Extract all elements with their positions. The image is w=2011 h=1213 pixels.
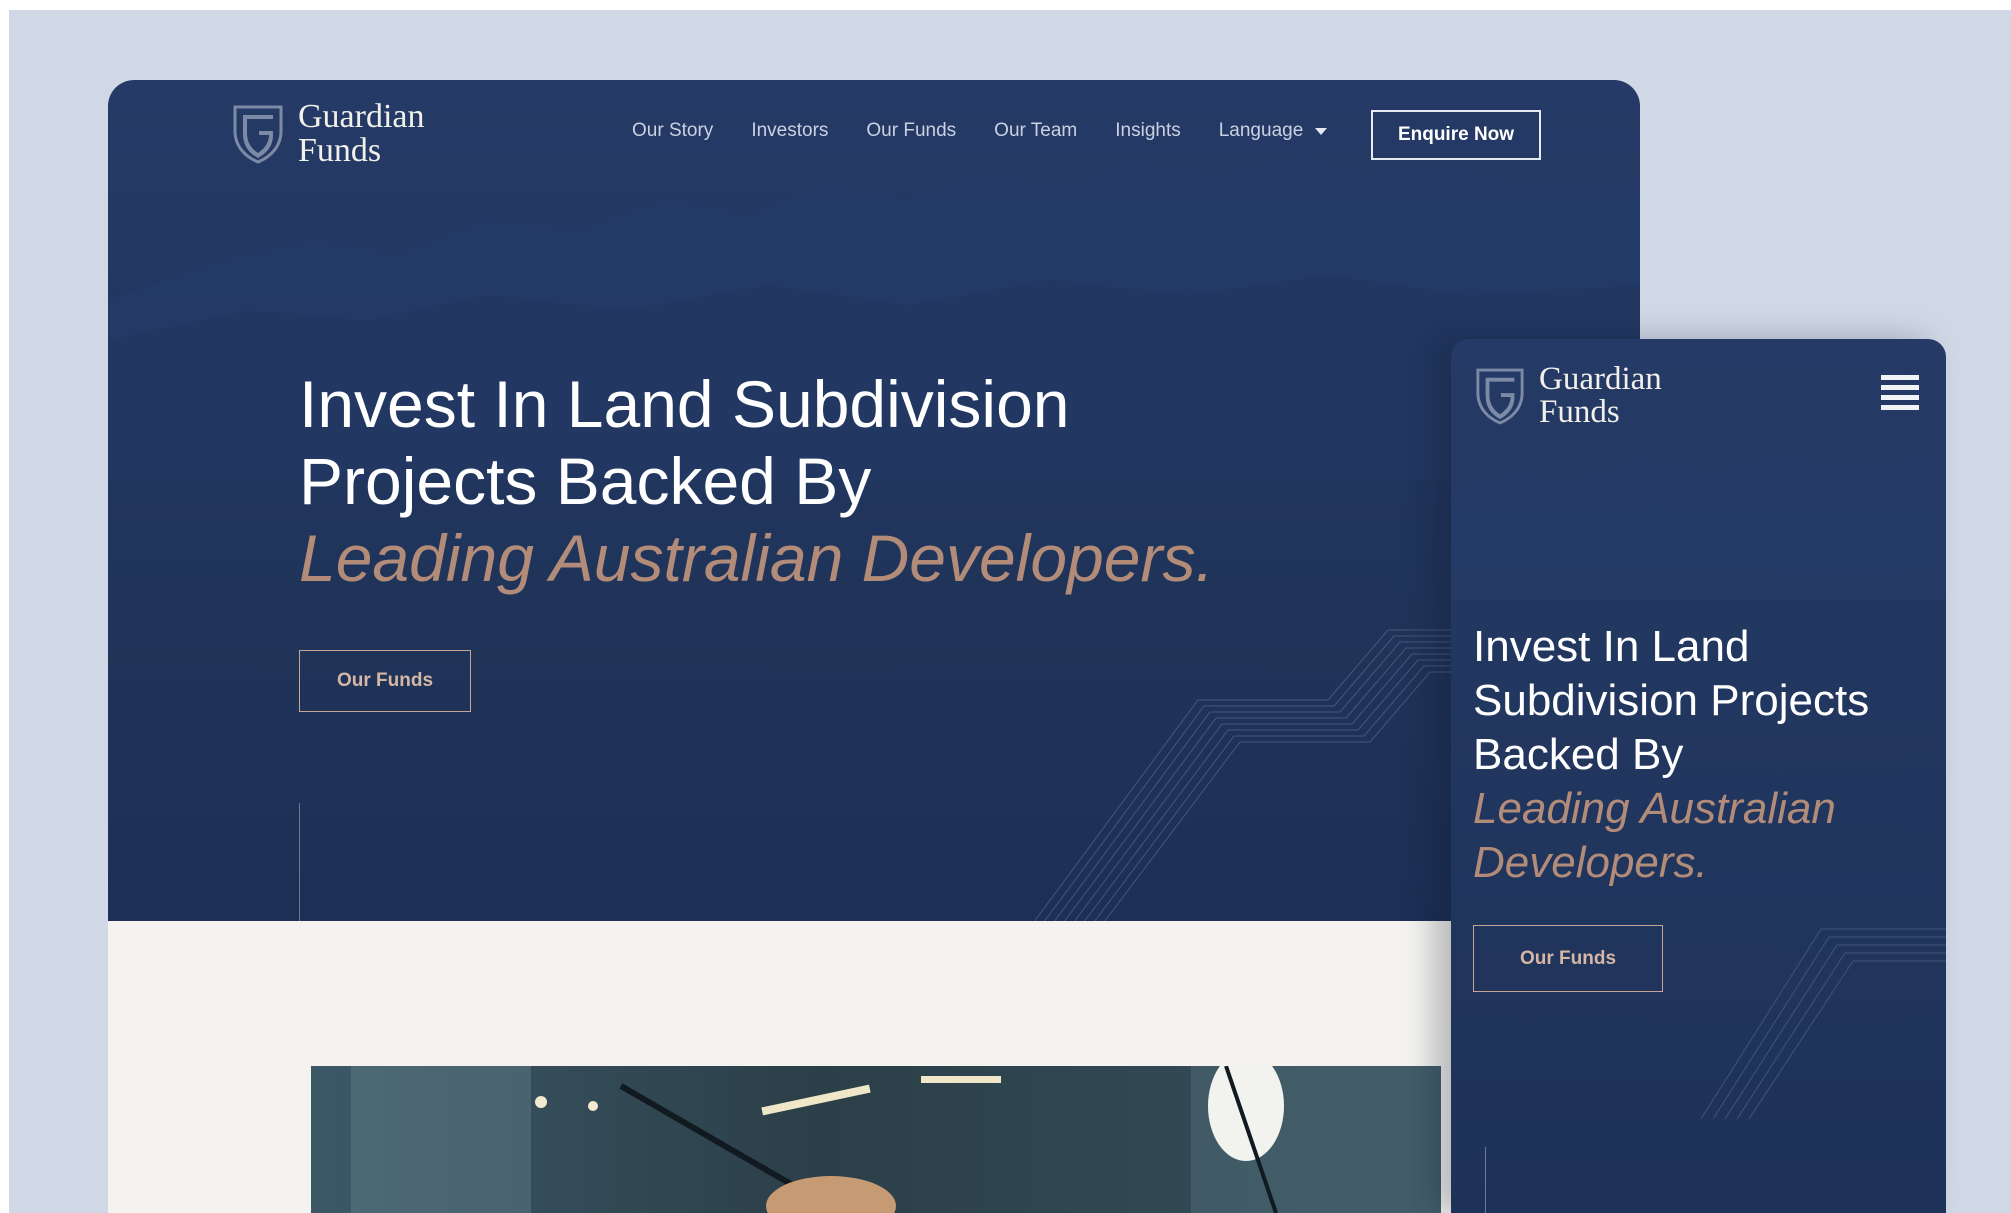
hero-headline-line1: Invest In Land Subdivision: [299, 367, 1070, 441]
hero-headline: Invest In Land Subdivision Projects Back…: [299, 366, 1214, 597]
main-nav: Our Story Investors Our Funds Our Team I…: [632, 120, 1328, 142]
shield-g-icon: [233, 105, 283, 164]
mobile-headline-line3: Backed By: [1473, 730, 1684, 779]
desktop-mockup: Guardian Funds Our Story Investors Our F…: [108, 80, 1640, 1213]
mobile-mockup: Guardian Funds Invest In Land Subdivisio…: [1451, 339, 1946, 1213]
office-photo-image: [311, 1066, 1441, 1213]
caret-down-icon: [1315, 127, 1328, 135]
brand-name-line2: Funds: [298, 132, 382, 169]
nav-link-our-team[interactable]: Our Team: [994, 120, 1077, 142]
desktop-hero: Guardian Funds Our Story Investors Our F…: [108, 80, 1640, 921]
page-top-border: [0, 0, 2011, 10]
mobile-headline-line1: Invest In Land: [1473, 622, 1750, 671]
mobile-brand-name-line2: Funds: [1539, 394, 1620, 430]
mobile-brand-logo[interactable]: Guardian Funds: [1475, 363, 1662, 429]
nav-link-our-funds[interactable]: Our Funds: [866, 120, 956, 142]
mobile-brand-name-line1: Guardian: [1539, 361, 1662, 397]
mobile-headline-line2: Subdivision Projects: [1473, 676, 1870, 725]
brand-name-line1: Guardian: [298, 98, 425, 135]
brand-logo[interactable]: Guardian Funds: [232, 100, 425, 168]
office-photo: [311, 1066, 1441, 1213]
hero-divider-line: [299, 803, 300, 921]
hamburger-menu-icon[interactable]: [1881, 375, 1919, 415]
brand-name: Guardian Funds: [298, 100, 425, 168]
mobile-hero-divider-line: [1485, 1147, 1486, 1213]
mobile-our-funds-button[interactable]: Our Funds: [1473, 925, 1663, 992]
nav-link-investors[interactable]: Investors: [751, 120, 828, 142]
language-label: Language: [1218, 120, 1304, 141]
enquire-now-button[interactable]: Enquire Now: [1371, 110, 1541, 160]
hero-headline-line2: Projects Backed By: [299, 444, 872, 518]
nav-link-our-story[interactable]: Our Story: [632, 120, 713, 142]
page-left-border: [0, 0, 9, 1213]
hero-headline-accent: Leading Australian Developers.: [299, 521, 1214, 595]
language-dropdown[interactable]: Language: [1219, 120, 1328, 142]
our-funds-button[interactable]: Our Funds: [299, 650, 471, 712]
mobile-decorative-line-pattern: [1701, 928, 1946, 1119]
mobile-shield-g-icon: [1476, 368, 1524, 425]
mobile-brand-name: Guardian Funds: [1539, 363, 1662, 429]
nav-link-insights[interactable]: Insights: [1115, 120, 1180, 142]
